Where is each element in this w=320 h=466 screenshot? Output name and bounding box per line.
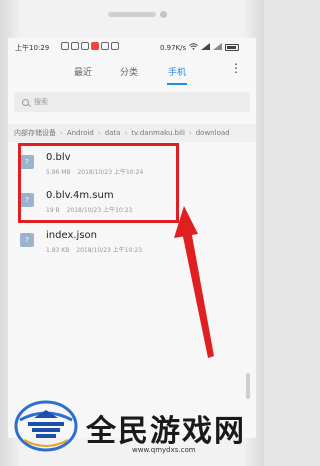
active-tab-indicator bbox=[167, 83, 187, 85]
search-placeholder: 搜索 bbox=[34, 98, 48, 106]
file-manager-screen: 上午10:29 0.97K/s 最近 分类 手机 ⋮ 搜索 内部存储设备 › A… bbox=[8, 38, 256, 438]
file-date: 2018/10/23 上午10:23 bbox=[76, 247, 143, 254]
breadcrumb: 内部存储设备 › Android › data › tv.danmaku.bil… bbox=[8, 124, 256, 142]
network-speed: 0.97K/s bbox=[160, 43, 187, 52]
watermark: 全民游戏网 www.qmydxs.com bbox=[0, 388, 264, 466]
breadcrumb-item[interactable]: tv.danmaku.bili bbox=[131, 129, 185, 137]
message-icon bbox=[61, 42, 69, 50]
phone-speaker bbox=[108, 12, 156, 17]
message-icon bbox=[71, 42, 79, 50]
status-right: 0.97K/s bbox=[160, 43, 240, 52]
battery-icon bbox=[225, 44, 240, 51]
clock-icon bbox=[111, 42, 119, 50]
breadcrumb-item[interactable]: Android bbox=[67, 129, 94, 137]
chevron-right-icon: › bbox=[97, 129, 101, 137]
search-input[interactable]: 搜索 bbox=[14, 92, 250, 112]
file-name: index.json bbox=[46, 230, 97, 241]
file-row[interactable]: ? index.json 1.83 KB 2018/10/23 上午10:23 bbox=[8, 224, 256, 258]
chevron-right-icon: › bbox=[124, 129, 128, 137]
notification-icons bbox=[61, 42, 119, 50]
phone-camera bbox=[160, 11, 167, 18]
signal-icon bbox=[201, 43, 211, 52]
more-menu-icon[interactable]: ⋮ bbox=[230, 62, 242, 74]
chevron-right-icon: › bbox=[188, 129, 192, 137]
tab-bar: 最近 分类 手机 ⋮ bbox=[8, 56, 256, 86]
tab-recent[interactable]: 最近 bbox=[74, 65, 92, 78]
file-meta: 1.83 KB 2018/10/23 上午10:23 bbox=[46, 245, 142, 254]
tab-phone[interactable]: 手机 bbox=[168, 65, 186, 78]
red-app-icon bbox=[91, 42, 99, 50]
qq-icon bbox=[81, 42, 89, 50]
breadcrumb-item[interactable]: download bbox=[196, 129, 230, 137]
tab-category[interactable]: 分类 bbox=[120, 65, 138, 78]
watermark-url: www.qmydxs.com bbox=[132, 446, 196, 454]
chevron-right-icon: › bbox=[60, 129, 63, 137]
photo-icon bbox=[101, 42, 109, 50]
search-icon bbox=[22, 98, 29, 106]
unknown-file-icon: ? bbox=[20, 233, 34, 247]
watermark-logo bbox=[14, 400, 78, 452]
wifi-icon bbox=[189, 43, 199, 52]
signal-icon bbox=[213, 43, 223, 52]
breadcrumb-item[interactable]: 内部存储设备 bbox=[14, 128, 56, 138]
annotation-highlight-box bbox=[18, 143, 179, 223]
status-bar: 上午10:29 0.97K/s bbox=[8, 38, 256, 56]
breadcrumb-item[interactable]: data bbox=[105, 129, 121, 137]
phone-frame: 上午10:29 0.97K/s 最近 分类 手机 ⋮ 搜索 内部存储设备 › A… bbox=[0, 0, 264, 466]
file-size: 1.83 KB bbox=[46, 247, 70, 254]
watermark-title: 全民游戏网 bbox=[86, 414, 246, 449]
status-time: 上午10:29 bbox=[15, 44, 50, 52]
